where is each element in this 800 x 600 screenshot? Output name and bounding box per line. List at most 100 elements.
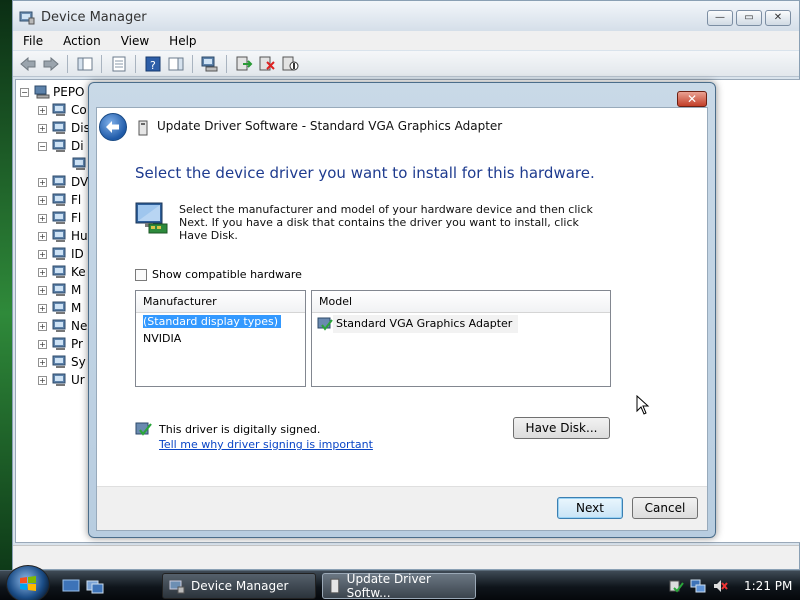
expand-icon[interactable]: + — [38, 357, 47, 367]
expand-icon[interactable]: + — [38, 177, 47, 187]
model-item-standard-vga[interactable]: Standard VGA Graphics Adapter — [312, 315, 610, 333]
tree-item[interactable]: + Co — [38, 101, 87, 119]
switch-windows-icon[interactable] — [86, 578, 104, 594]
back-button[interactable] — [99, 113, 127, 141]
toolbar-separator — [226, 54, 227, 73]
manufacturer-list[interactable]: Manufacturer (Standard display types) NV… — [135, 290, 306, 387]
scan-hardware-changes-icon[interactable] — [199, 53, 220, 74]
maximize-button[interactable]: ▭ — [736, 10, 762, 26]
show-compatible-checkbox[interactable] — [135, 268, 147, 281]
menu-help[interactable]: Help — [169, 34, 196, 48]
system-tray: 1:21 PM — [660, 571, 800, 600]
collapse-icon[interactable]: − — [38, 141, 47, 151]
expand-icon[interactable]: + — [38, 267, 47, 277]
help-icon[interactable]: ? — [142, 53, 163, 74]
dialog-close-button[interactable]: ✕ — [677, 91, 707, 107]
network-icon[interactable] — [690, 578, 706, 594]
disable-device-icon[interactable] — [279, 53, 300, 74]
tree-item[interactable]: + Dis — [38, 119, 90, 137]
tree-item[interactable]: + Ne — [38, 317, 87, 335]
toolbar-separator — [192, 54, 193, 73]
close-button[interactable]: ✕ — [765, 10, 791, 26]
signed-text: This driver is digitally signed. — [159, 422, 321, 436]
tree-item[interactable]: + DV — [38, 173, 88, 191]
tree-item-label: M — [71, 301, 82, 315]
expand-icon[interactable]: + — [38, 339, 47, 349]
tree-item[interactable]: − Di — [38, 137, 84, 155]
show-desktop-icon[interactable] — [62, 578, 80, 594]
signed-driver-icon — [317, 317, 333, 331]
tree-item[interactable]: + Ur — [38, 371, 85, 389]
tree-item[interactable]: + Sy — [38, 353, 86, 371]
collapse-icon[interactable]: − — [20, 87, 29, 97]
expand-icon[interactable]: + — [38, 321, 47, 331]
dvd-drive-icon — [52, 175, 66, 188]
taskbar-device-manager[interactable]: Device Manager — [162, 573, 316, 599]
dialog-content: Update Driver Software - Standard VGA Gr… — [96, 107, 708, 531]
menu-file[interactable]: File — [23, 34, 43, 48]
tree-item-label: Co — [71, 103, 87, 117]
device-manager-titlebar[interactable]: Device Manager — [13, 1, 799, 33]
back-arrow-icon[interactable] — [17, 53, 38, 74]
safely-remove-hardware-icon[interactable] — [668, 578, 684, 594]
show-compatible-checkbox-row[interactable]: Show compatible hardware — [135, 268, 302, 281]
model-list[interactable]: Model Standard VGA Graphics Adapter — [311, 290, 611, 387]
start-button[interactable] — [6, 565, 50, 600]
signed-driver-icon — [135, 422, 152, 436]
clock[interactable]: 1:21 PM — [744, 579, 792, 593]
tree-item-label: Di — [71, 139, 84, 153]
display-device-icon — [72, 157, 86, 170]
driver-signing-link[interactable]: Tell me why driver signing is important — [159, 438, 373, 451]
mouse-icon — [52, 283, 66, 296]
next-button[interactable]: Next — [557, 497, 623, 519]
tree-item[interactable]: + Fl — [38, 209, 81, 227]
uninstall-device-icon[interactable] — [256, 53, 277, 74]
manufacturer-item-nvidia[interactable]: NVIDIA — [136, 330, 305, 347]
model-header[interactable]: Model — [312, 291, 610, 313]
tree-item[interactable]: + Fl — [38, 191, 81, 209]
computer-icon — [52, 103, 66, 116]
expand-icon[interactable]: + — [38, 249, 47, 259]
tree-item[interactable]: + Pr — [38, 335, 83, 353]
properties-icon[interactable] — [108, 53, 129, 74]
manufacturer-header[interactable]: Manufacturer — [136, 291, 305, 313]
mouse-cursor-icon — [636, 395, 650, 415]
tree-item[interactable]: + M — [38, 299, 81, 317]
menu-view[interactable]: View — [121, 34, 149, 48]
expand-icon[interactable]: + — [38, 375, 47, 385]
floppy-controller-icon — [52, 193, 66, 206]
device-manager-icon — [19, 11, 35, 25]
expand-icon[interactable]: + — [38, 105, 47, 115]
tree-item-label: M — [71, 283, 82, 297]
manufacturer-item-standard[interactable]: (Standard display types) — [136, 313, 305, 330]
taskbar: Device Manager Update Driver Softw... 1:… — [0, 565, 800, 600]
volume-muted-icon[interactable] — [712, 578, 728, 594]
dialog-header: Update Driver Software - Standard VGA Gr… — [97, 108, 707, 146]
processor-icon — [52, 337, 66, 350]
device-manager-icon — [169, 580, 185, 594]
tree-item[interactable]: + Hu — [38, 227, 88, 245]
toolbar-separator — [67, 54, 68, 73]
tree-item[interactable]: + ID — [38, 245, 84, 263]
tree-item[interactable]: + Ke — [38, 263, 86, 281]
expand-icon[interactable]: + — [38, 123, 47, 133]
expand-icon[interactable]: + — [38, 213, 47, 223]
cancel-button[interactable]: Cancel — [632, 497, 698, 519]
have-disk-button[interactable]: Have Disk... — [513, 417, 610, 439]
expand-icon[interactable]: + — [38, 231, 47, 241]
signed-row: This driver is digitally signed. — [135, 421, 320, 437]
minimize-button[interactable]: — — [707, 10, 733, 26]
expand-icon[interactable]: + — [38, 303, 47, 313]
tree-item[interactable]: + M — [38, 281, 81, 299]
update-driver-icon[interactable] — [233, 53, 254, 74]
forward-arrow-icon[interactable] — [40, 53, 61, 74]
expand-icon[interactable]: + — [38, 285, 47, 295]
device-icon — [330, 578, 340, 594]
ide-controller-icon — [52, 247, 66, 260]
tree-root[interactable]: − PEPO — [20, 83, 85, 101]
menu-action[interactable]: Action — [63, 34, 101, 48]
taskbar-update-driver[interactable]: Update Driver Softw... — [322, 572, 476, 600]
show-hide-action-pane-icon[interactable] — [165, 53, 186, 74]
show-hide-console-tree-icon[interactable] — [74, 53, 95, 74]
expand-icon[interactable]: + — [38, 195, 47, 205]
